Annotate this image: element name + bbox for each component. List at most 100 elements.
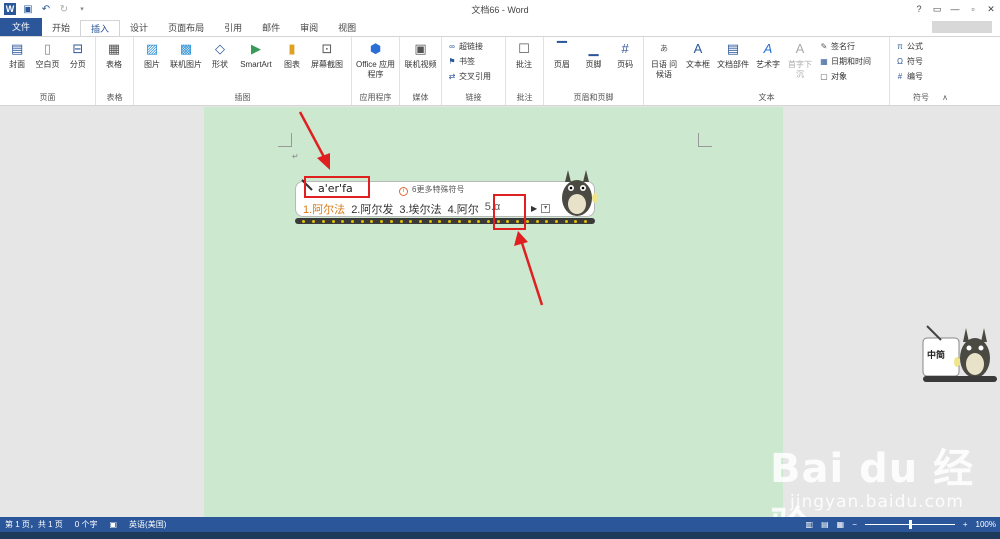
ime-special-symbols-hint[interactable]: i 6更多特殊符号 [399, 184, 464, 196]
smartart-icon: ▶ [251, 41, 261, 56]
object-button[interactable]: ▢ 对象 [819, 70, 871, 83]
group-tables: ▦ 表格 表格 [96, 37, 134, 105]
language-indicator[interactable]: 英语(美国) [129, 519, 166, 530]
web-layout-icon[interactable]: ▦ [837, 520, 845, 529]
annotation-box-alpha [493, 194, 526, 230]
group-media-label: 媒体 [412, 93, 429, 102]
number-icon: # [897, 72, 903, 81]
tab-references[interactable]: 引用 [214, 20, 252, 36]
group-text: あ日语 问候语 A 文本框 ▤ 文档部件 A 艺术字 A 首字下沉 ✎ 签名行 ▦ 日期和时… [644, 37, 890, 105]
minimize-button[interactable]: — [946, 0, 964, 18]
windows-taskbar [0, 532, 1000, 539]
proofing-icon[interactable]: ▣ [109, 520, 117, 529]
account-area[interactable] [932, 21, 992, 33]
totoro-mascot-icon [562, 170, 597, 216]
bookmark-button[interactable]: ⚑ 书签 [447, 55, 491, 68]
tab-home[interactable]: 开始 [42, 20, 80, 36]
ime-decorative-border [295, 218, 595, 224]
zoom-level[interactable]: 100% [976, 520, 996, 529]
quick-parts-icon: ▤ [726, 41, 740, 56]
margin-corner-top-left [278, 133, 292, 147]
ime-candidate-3[interactable]: 3.埃尔法 [399, 201, 441, 217]
document-page[interactable]: ↵ [204, 107, 783, 517]
cross-reference-icon: ⇄ [448, 72, 456, 81]
online-picture-icon: ▩ [179, 41, 193, 56]
chart-icon: ▮ [288, 41, 296, 56]
cover-page-icon: ▤ [11, 41, 24, 56]
omega-icon: Ω [897, 57, 903, 66]
group-pages-label: 页面 [39, 93, 56, 102]
save-icon[interactable]: ▣ [22, 3, 34, 15]
group-comments: ☐ 批注 批注 [506, 37, 544, 105]
document-workspace[interactable]: ↵ [0, 107, 1000, 517]
group-symbols: π 公式 Ω 符号 # 编号 符号 ∧ [890, 37, 952, 105]
drop-cap-icon: A [795, 41, 805, 56]
expand-candidates-icon[interactable]: ▾ [541, 204, 551, 213]
next-page-icon[interactable]: ▶ [531, 204, 537, 213]
zoom-slider-thumb[interactable] [908, 520, 912, 529]
ime-mode-label: 中简 [927, 350, 946, 360]
table-icon: ▦ [107, 41, 121, 56]
bookmark-icon: ⚑ [448, 57, 456, 66]
date-time-button[interactable]: ▦ 日期和时间 [819, 55, 871, 68]
group-comments-label: 批注 [516, 93, 533, 102]
page-count[interactable]: 第 1 页，共 1 页 [5, 519, 63, 530]
zoom-out-button[interactable]: − [852, 520, 857, 529]
tab-review[interactable]: 审阅 [290, 20, 328, 36]
tab-file[interactable]: 文件 [0, 18, 43, 36]
comment-icon: ☐ [518, 41, 530, 56]
group-illustrations-label: 插图 [234, 93, 251, 102]
ribbon-display-options-icon[interactable]: ▭ [928, 0, 946, 18]
title-bar: W ▣ ↶ ↻ ▾ 文档66 - Word ? ▭ — ▫ ✕ [0, 0, 1000, 18]
page-break-icon: ⊟ [72, 41, 84, 56]
zoom-in-button[interactable]: + [963, 520, 968, 529]
tab-page-layout[interactable]: 页面布局 [158, 20, 214, 36]
restore-button[interactable]: ▫ [964, 0, 982, 18]
symbol-button[interactable]: Ω 符号 [895, 55, 923, 68]
word-count[interactable]: 0 个字 [75, 519, 98, 530]
ime-candidate-1[interactable]: 1.阿尔法 [303, 201, 345, 217]
ime-candidate-4[interactable]: 4.阿尔 [448, 201, 479, 217]
group-tables-label: 表格 [106, 93, 123, 102]
text-box-icon: A [693, 41, 703, 56]
window-controls: ? ▭ — ▫ ✕ [910, 0, 1000, 18]
shapes-icon: ◇ [215, 41, 225, 56]
wordart-icon: A [763, 41, 773, 56]
group-pages: ▤ 封面 ▯ 空白页 ⊟ 分页 页面 [0, 37, 96, 105]
tab-insert[interactable]: 插入 [80, 20, 121, 36]
group-header-footer: ▔ 页眉 ▁ 页脚 # 页码 页眉和页脚 [544, 37, 644, 105]
group-links: ∞ 超链接 ⚑ 书签 ⇄ 交叉引用 链接 [442, 37, 506, 105]
group-apps: ⬢ Office 应用程序 应用程序 [352, 37, 400, 105]
cross-reference-button[interactable]: ⇄ 交叉引用 [447, 70, 491, 83]
read-mode-icon[interactable]: ▥ [806, 520, 814, 529]
picture-icon: ▨ [145, 41, 159, 56]
screenshot-icon: ⊡ [321, 41, 333, 56]
redo-icon[interactable]: ↻ [58, 3, 70, 15]
status-bar: 第 1 页，共 1 页 0 个字 ▣ 英语(美国) ▥ ▤ ▦ − + 100% [0, 517, 1000, 532]
help-button[interactable]: ? [910, 0, 928, 18]
equation-button[interactable]: π 公式 [895, 40, 923, 53]
margin-corner-top-right [698, 133, 712, 147]
print-layout-icon[interactable]: ▤ [821, 520, 829, 529]
customize-qat-icon[interactable]: ▾ [76, 3, 88, 15]
number-button[interactable]: # 编号 [895, 70, 923, 83]
hyperlink-button[interactable]: ∞ 超链接 [447, 40, 491, 53]
undo-icon[interactable]: ↶ [40, 3, 52, 15]
ime-status-bar[interactable]: 中简 [921, 320, 999, 384]
signature-line-button[interactable]: ✎ 签名行 [819, 40, 871, 53]
header-icon: ▔ [556, 41, 567, 56]
zoom-slider[interactable] [864, 520, 955, 529]
ribbon-tabs: 文件 开始 插入 设计 页面布局 引用 邮件 审阅 视图 [0, 18, 1000, 36]
ime-candidate-2[interactable]: 2.阿尔发 [351, 201, 393, 217]
collapse-ribbon-icon[interactable]: ∧ [942, 93, 948, 102]
ime-navigation: ▶ ▾ [531, 204, 551, 213]
tab-design[interactable]: 设计 [120, 20, 158, 36]
word-logo-icon: W [4, 3, 16, 15]
tab-view[interactable]: 视图 [328, 20, 366, 36]
group-links-label: 链接 [465, 93, 482, 102]
object-icon: ▢ [820, 72, 828, 81]
close-button[interactable]: ✕ [982, 0, 1000, 18]
group-illustrations: ▨ 图片 ▩ 联机图片 ◇ 形状 ▶ SmartArt ▮ 图表 ⊡ 屏幕截图 插图 [134, 37, 352, 105]
online-video-icon: ▣ [414, 41, 427, 56]
tab-mailings[interactable]: 邮件 [252, 20, 290, 36]
